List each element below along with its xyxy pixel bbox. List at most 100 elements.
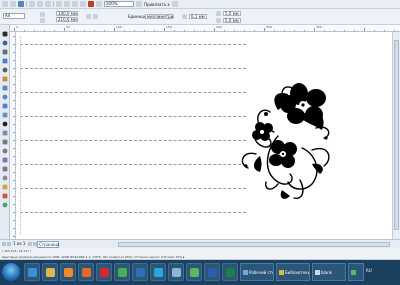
word-app-icon[interactable] xyxy=(204,263,220,281)
ruler-number: 50 xyxy=(66,25,70,29)
dimension-tool-icon[interactable] xyxy=(2,139,8,145)
table-tool-icon[interactable] xyxy=(2,130,8,136)
standard-toolbar: 200% Привязать к xyxy=(0,0,400,9)
ruler-number: 150 xyxy=(166,25,172,29)
media-player-app-glyph xyxy=(64,268,73,277)
taskbar-window-button[interactable] xyxy=(348,263,364,281)
current-page-icon[interactable] xyxy=(93,14,98,19)
basic-shapes-icon[interactable] xyxy=(2,112,8,118)
language-indicator[interactable]: RU xyxy=(366,268,372,273)
text-tool-icon[interactable] xyxy=(2,121,8,127)
photoshop-app-icon[interactable] xyxy=(132,263,148,281)
start-button[interactable] xyxy=(2,263,20,281)
import-icon[interactable] xyxy=(72,1,78,7)
paper-size-select[interactable]: A4 xyxy=(3,13,25,19)
big-flower xyxy=(280,83,326,124)
export-icon[interactable] xyxy=(80,1,86,7)
horizontal-scrollbar[interactable] xyxy=(118,242,390,247)
corel-app-icon[interactable] xyxy=(186,263,202,281)
zoom-tool-icon[interactable] xyxy=(2,58,8,64)
taskbar-window-label: Библиотеки xyxy=(285,270,310,275)
dimension-tool-icon-glyph xyxy=(2,139,8,145)
taskbar-window-label: blank xyxy=(321,270,332,275)
cut-icon[interactable] xyxy=(29,1,35,7)
opera-app-icon[interactable] xyxy=(96,263,112,281)
snap-to-button[interactable]: Привязать к xyxy=(144,2,170,7)
medium-flower xyxy=(269,140,297,168)
portrait-icon[interactable] xyxy=(40,12,45,17)
ie-app-icon[interactable] xyxy=(24,263,40,281)
page-tab[interactable]: Страница 1 xyxy=(37,241,60,252)
full-screen-icon[interactable] xyxy=(136,1,142,7)
zoom-level-select[interactable]: 200% xyxy=(104,1,134,7)
first-page-icon[interactable] xyxy=(2,242,6,246)
word-app-glyph xyxy=(208,268,217,277)
crop-tool-icon[interactable] xyxy=(2,49,8,55)
toolbox xyxy=(0,25,10,245)
floral-ornament[interactable] xyxy=(16,32,392,239)
fill-tool-icon-glyph xyxy=(2,184,8,190)
chrome-app-icon[interactable] xyxy=(114,263,130,281)
application-launcher-icon[interactable] xyxy=(96,1,102,7)
landscape-icon[interactable] xyxy=(40,18,45,23)
new-document-icon[interactable] xyxy=(2,1,8,7)
copy-icon[interactable] xyxy=(37,1,43,7)
toolbar-separator xyxy=(26,1,27,7)
eyedropper-tool-icon-glyph xyxy=(2,166,8,172)
shape-tool-icon-glyph xyxy=(2,40,8,46)
crop-tool-icon-glyph xyxy=(2,49,8,55)
taskbar-window-button[interactable]: blank xyxy=(312,263,346,281)
pick-tool-icon[interactable] xyxy=(2,31,8,37)
rectangle-tool-icon[interactable] xyxy=(2,85,8,91)
page-width-field[interactable]: 140,0 мм xyxy=(56,11,78,16)
undo-icon[interactable] xyxy=(56,1,62,7)
corel-app-glyph xyxy=(190,268,199,277)
previous-page-icon[interactable] xyxy=(7,242,11,246)
options-icon[interactable] xyxy=(171,1,178,7)
calc-app-icon[interactable] xyxy=(168,263,184,281)
pdf-icon[interactable] xyxy=(88,1,94,7)
nudge-distance-field[interactable]: 0,1 мм xyxy=(189,14,207,19)
window-icon xyxy=(243,270,248,275)
redo-icon[interactable] xyxy=(64,1,70,7)
blend-tool-icon[interactable] xyxy=(2,157,8,163)
paste-icon[interactable] xyxy=(45,1,51,7)
ruler-number: 300 xyxy=(316,25,322,29)
shape-tool-icon[interactable] xyxy=(2,40,8,46)
skype-app-icon[interactable] xyxy=(150,263,166,281)
connector-tool-icon[interactable] xyxy=(2,148,8,154)
vertical-scrollbar[interactable] xyxy=(392,32,400,239)
next-page-icon[interactable] xyxy=(28,242,32,246)
eyedropper-tool-icon[interactable] xyxy=(2,166,8,172)
media-player-app-icon[interactable] xyxy=(60,263,76,281)
firefox-app-icon[interactable] xyxy=(78,263,94,281)
vertical-scroll-thumb[interactable] xyxy=(394,40,399,230)
ellipse-tool-icon[interactable] xyxy=(2,94,8,100)
firefox-app-glyph xyxy=(82,268,91,277)
page-height-field[interactable]: 210,0 мм xyxy=(56,17,78,22)
excel-app-icon[interactable] xyxy=(222,263,238,281)
explorer-app-icon[interactable] xyxy=(42,263,58,281)
save-icon[interactable] xyxy=(18,1,24,7)
horizontal-ruler[interactable]: 0 50 100 150 200 250 300 xyxy=(10,25,400,32)
taskbar-window-button[interactable]: Рабочий стол xyxy=(240,263,274,281)
units-select[interactable]: миллиметры xyxy=(145,14,174,19)
page-position: 1 из 1 xyxy=(13,241,26,246)
duplicate-y-field[interactable]: 5,0 мм xyxy=(223,18,241,23)
open-icon[interactable] xyxy=(10,1,16,7)
ruler-number: 100 xyxy=(116,25,122,29)
interactive-fill-icon[interactable] xyxy=(2,193,8,199)
all-pages-icon[interactable] xyxy=(86,14,91,19)
mesh-fill-icon[interactable] xyxy=(2,202,8,208)
duplicate-y-icon xyxy=(216,18,221,23)
drawing-canvas[interactable] xyxy=(16,32,392,239)
polygon-tool-icon[interactable] xyxy=(2,103,8,109)
outline-tool-icon[interactable] xyxy=(2,175,8,181)
smart-fill-icon[interactable] xyxy=(2,76,8,82)
taskbar-window-button[interactable]: Библиотеки xyxy=(276,263,310,281)
fill-tool-icon[interactable] xyxy=(2,184,8,190)
table-tool-icon-glyph xyxy=(2,130,8,136)
freehand-tool-icon[interactable] xyxy=(2,67,8,73)
window-icon xyxy=(279,270,284,275)
duplicate-x-field[interactable]: 5,0 мм xyxy=(223,11,241,16)
